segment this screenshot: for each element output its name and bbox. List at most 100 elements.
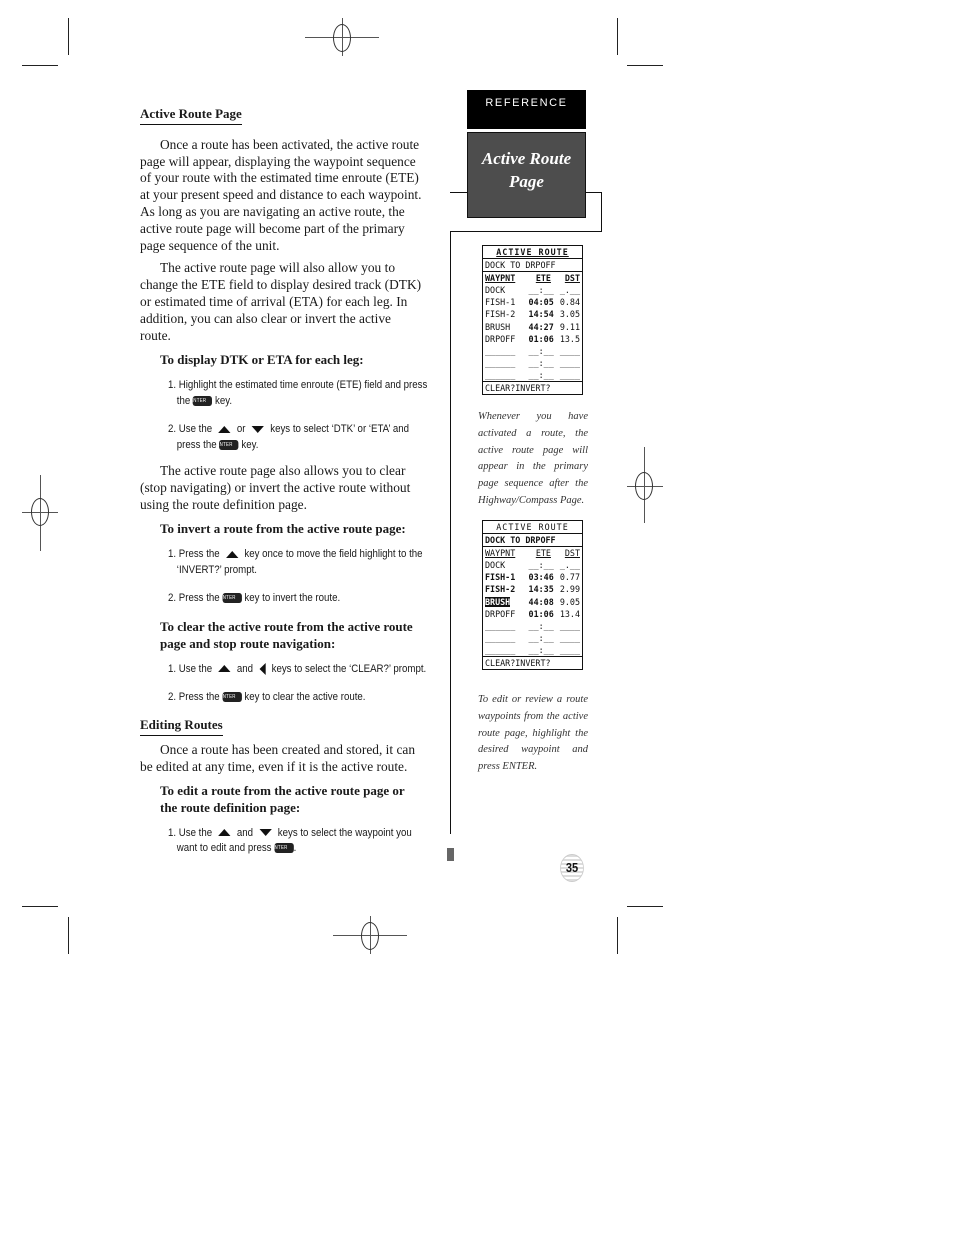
crop-mark [68,917,69,954]
screen-footer-prompts: CLEAR?INVERT? [483,656,582,669]
gps-screen-active-route-1: ACTIVE ROUTE DOCK TO DRPOFF WAYPNT ETE D… [482,245,583,396]
waypoint-distance: ____ [559,357,580,368]
waypoint-name: FISH-2 [485,309,516,320]
waypoint-ete: __:__ [528,285,554,296]
waypoint-name: FISH-1 [485,297,516,308]
waypoint-ete: 14:35 [528,584,554,595]
waypoint-list: DOCK __:__ _.__ FISH-1 04:05 0.84 FISH-2 14:54 3… [483,284,582,381]
column-headers: WAYPNT ETE DST [485,273,580,284]
waypoint-row[interactable]: BRUSH 44:27 9.11 [483,321,582,333]
waypoint-row[interactable]: ______ __:__ ____ [483,357,582,369]
waypoint-name: ______ [485,345,516,356]
up-arrow-key-icon [225,550,239,558]
waypoint-ete: 44:08 [528,596,554,607]
waypoint-distance: ____ [559,345,580,356]
procedure-step: 1. Press the key once to move the field … [168,548,423,576]
waypoint-row[interactable]: BRUSH 44:08 9.05 [483,596,582,608]
enter-key-icon: ENTER [220,692,242,703]
waypoint-distance: ____ [559,369,580,380]
paragraph: The active route page also allows you to… [140,462,411,512]
waypoint-ete: 44:27 [528,321,554,332]
waypoint-row[interactable]: DOCK __:__ _.__ [483,559,582,571]
waypoint-distance: 0.84 [559,297,580,308]
waypoint-name: FISH-2 [485,584,516,595]
waypoint-ete: 03:46 [528,572,554,583]
sidebar-rule [450,231,451,834]
procedure-title: To display DTK or ETA for each leg: [160,352,364,368]
waypoint-name: BRUSH [485,596,511,607]
route-name: DOCK TO DRPOFF [483,259,582,273]
waypoint-name: DOCK [485,285,506,296]
route-name: DOCK TO DRPOFF [483,534,582,548]
waypoint-row[interactable]: FISH-2 14:54 3.05 [483,308,582,320]
waypoint-row[interactable]: FISH-1 04:05 0.84 [483,296,582,308]
waypoint-ete: __:__ [528,345,554,356]
procedure-step: 2. Press the ENTER key to clear the acti… [168,691,366,703]
crop-mark [627,65,663,66]
section-heading-editing-routes: Editing Routes [140,717,223,737]
paragraph: Once a route has been activated, the act… [140,136,422,253]
procedure-step: 2. Press the ENTER key to invert the rou… [168,592,341,605]
crop-mark [68,18,69,55]
procedure-step: 2. Use the or keys to select ‘DTK’ or ‘E… [168,423,410,451]
up-arrow-key-icon [218,665,231,673]
waypoint-row[interactable]: ______ __:__ ____ [483,369,582,381]
waypoint-name: ______ [485,632,516,643]
waypoint-row[interactable]: FISH-1 03:46 0.77 [483,571,582,583]
waypoint-row[interactable]: ______ __:__ ____ [483,620,582,632]
waypoint-row[interactable]: ______ __:__ ____ [483,644,582,656]
figure-caption: To edit or review a route waypoints from… [478,694,588,773]
waypoint-distance: ____ [559,632,580,643]
waypoint-distance: 9.11 [559,321,580,332]
waypoint-row[interactable]: ______ __:__ ____ [483,345,582,357]
enter-key-icon: ENTER [220,593,242,604]
section-heading-active-route-page: Active Route Page [140,106,242,125]
crop-mark [617,18,618,55]
procedure-step: 1. Use the and keys to select the waypoi… [168,826,412,855]
procedure-step: 1. Use the and keys to select the ‘CLEAR… [168,662,427,675]
waypoint-distance: ____ [559,644,580,655]
enter-key-icon: ENTER [216,439,239,450]
gps-screen-active-route-2: ACTIVE ROUTE DOCK TO DRPOFF WAYPNT ETE D… [482,520,583,671]
procedure-title: To edit a route from the active route pa… [160,782,405,815]
waypoint-ete: 01:06 [528,333,554,344]
screen-title: ACTIVE ROUTE [496,247,569,257]
left-arrow-key-icon [259,662,266,675]
waypoint-row[interactable]: DOCK __:__ _.__ [483,284,582,296]
waypoint-ete: 01:06 [528,608,554,619]
screen-footer-prompts: CLEAR?INVERT? [483,381,582,394]
waypoint-row[interactable]: DRPOFF 01:06 13.5 [483,333,582,345]
waypoint-name: FISH-1 [485,572,516,583]
enter-key-icon: ENTER [271,843,294,854]
section-tab-reference: REFERENCE [467,90,586,129]
paragraph: Once a route has been created and stored… [140,742,416,774]
waypoint-row[interactable]: FISH-2 14:35 2.99 [483,583,582,595]
waypoint-name: DRPOFF [485,608,516,619]
crop-mark [627,906,663,907]
waypoint-ete: __:__ [528,644,554,655]
waypoint-name: ______ [485,620,516,631]
waypoint-ete: 04:05 [528,297,554,308]
waypoint-name: DRPOFF [485,333,516,344]
waypoint-ete: __:__ [528,369,554,380]
paragraph: The active route page will also allow yo… [140,260,422,343]
screen-title: ACTIVE ROUTE [496,522,569,532]
column-headers: WAYPNT ETE DST [485,548,580,559]
waypoint-distance: 2.99 [559,584,580,595]
crop-mark [22,65,58,66]
up-arrow-key-icon [218,425,231,433]
waypoint-name: BRUSH [485,321,511,332]
page-number-badge: 35 [560,854,584,882]
waypoint-row[interactable]: ______ __:__ ____ [483,632,582,644]
waypoint-distance: _.__ [559,560,580,571]
waypoint-ete: 14:54 [528,309,554,320]
procedure-step: 1. Highlight the estimated time enroute … [168,379,428,407]
waypoint-row[interactable]: DRPOFF 01:06 13.4 [483,608,582,620]
down-arrow-key-icon [251,425,265,433]
procedure-title: To clear the active route from the activ… [160,618,413,651]
main-column: Active Route Page Once a route has been … [140,106,427,857]
waypoint-ete: __:__ [528,560,554,571]
figure-caption: Whenever you have activated a route, the… [478,411,588,506]
waypoint-distance: 13.5 [559,333,580,344]
page-marker [447,848,454,861]
